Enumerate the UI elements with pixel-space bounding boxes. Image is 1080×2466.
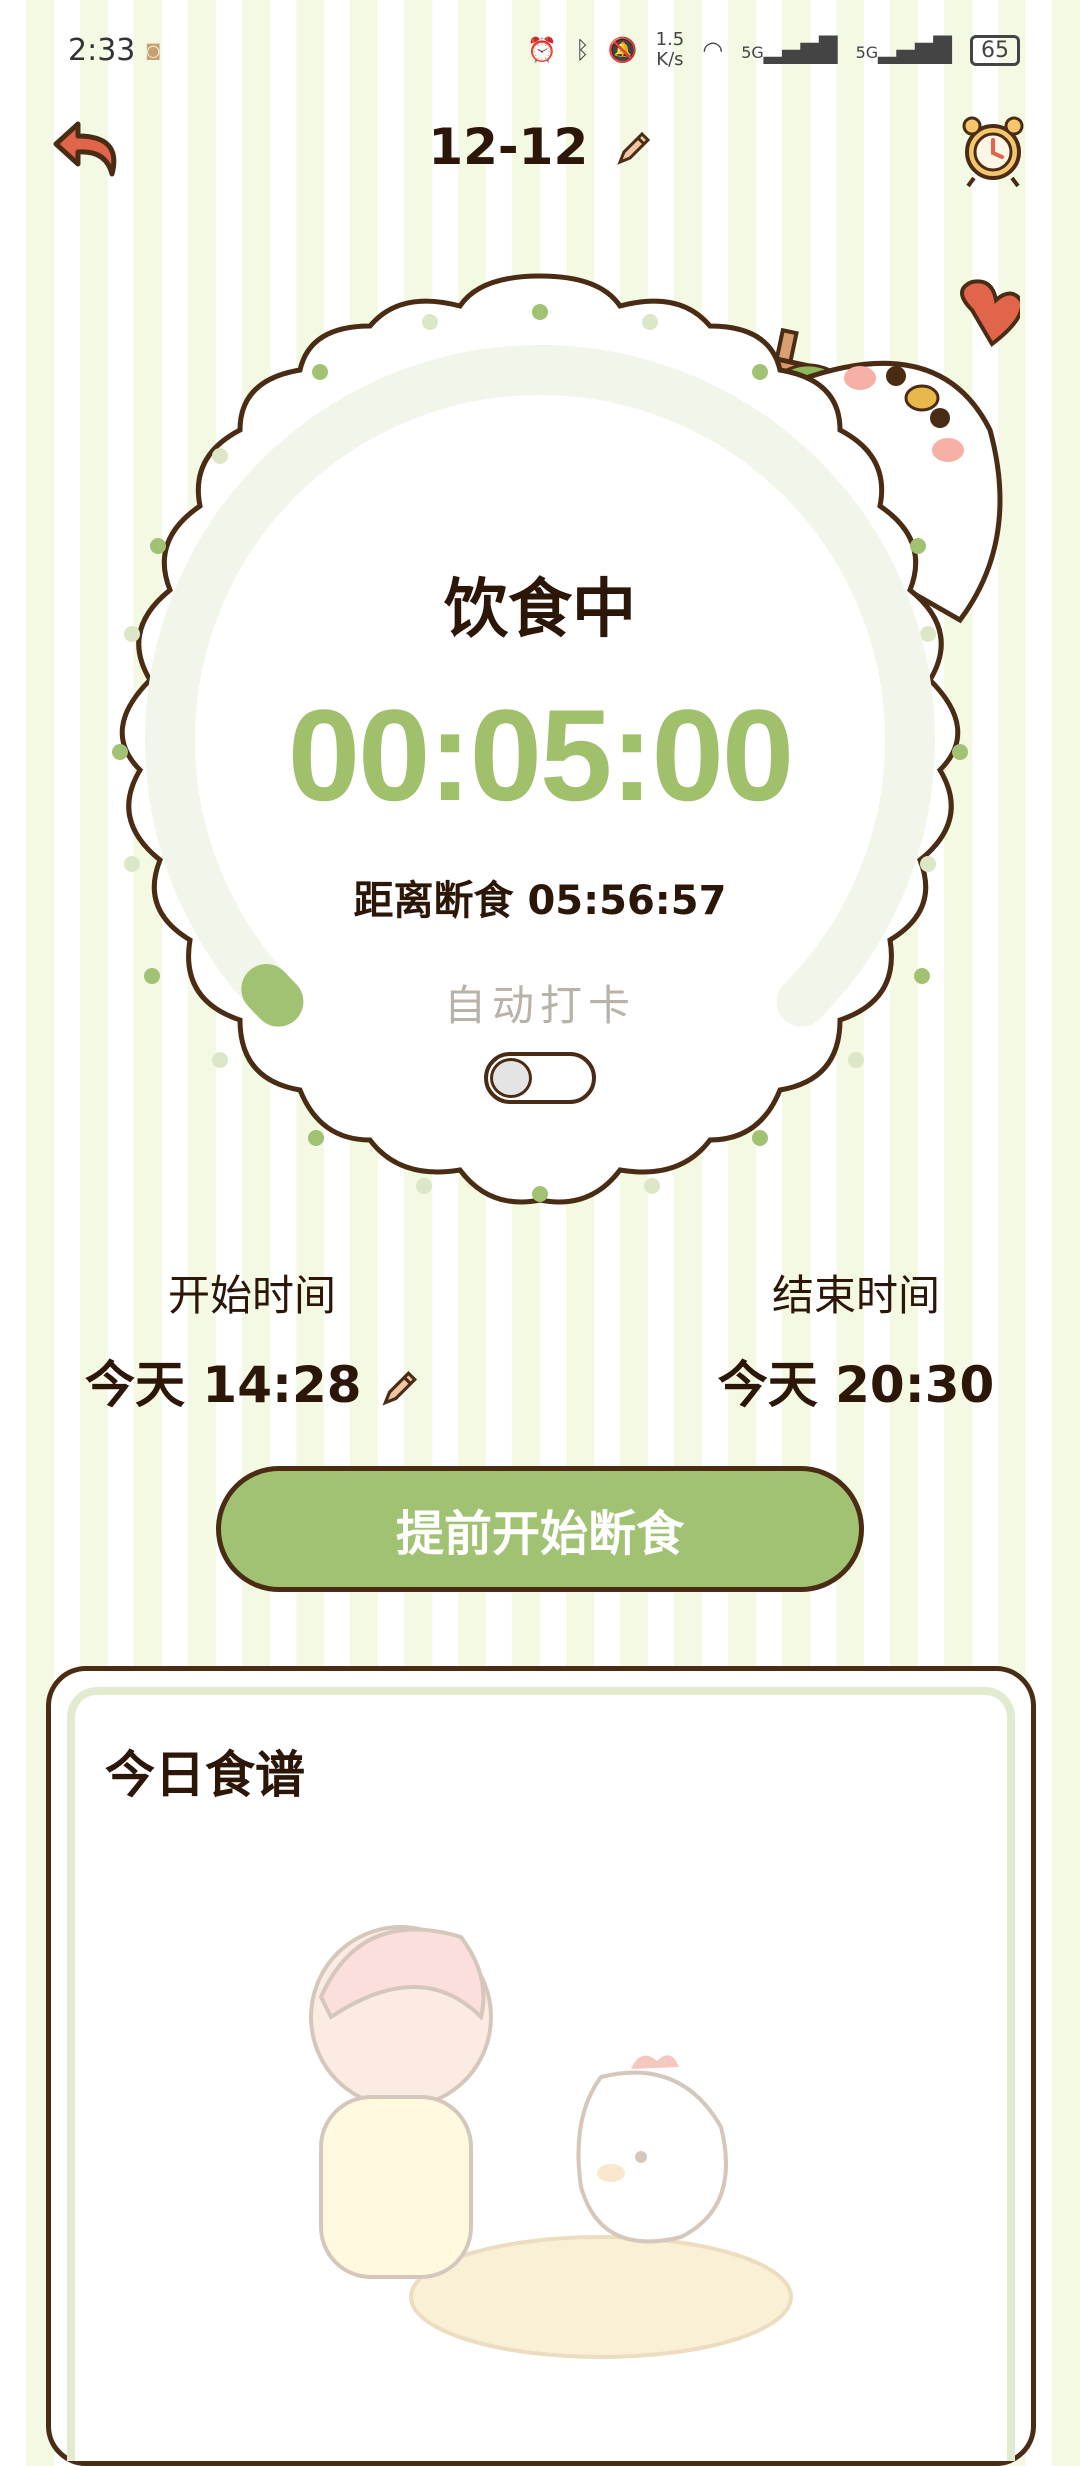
pencil-icon[interactable] — [614, 122, 652, 180]
alarm-status-icon: ⏰ — [527, 36, 558, 64]
auto-checkin-label: 自动打卡 — [443, 981, 636, 1030]
status-bar: 2:33 ◙ ⏰ ᛒ 🔕 1.5 K/s ◠ 5G▂▄▆█ 5G▂▄▆█ 65 — [0, 0, 1080, 100]
wifi-icon: ◠ — [702, 36, 724, 64]
signal-2-icon: 5G▂▄▆█ — [855, 36, 952, 64]
alarm-clock-icon — [962, 116, 1024, 188]
empty-recipe-illustration — [309, 1925, 793, 2359]
recipe-card: 今日食谱 — [46, 1666, 1036, 2466]
notification-icon: ◙ — [145, 40, 161, 60]
alarm-button[interactable] — [958, 110, 1028, 190]
date-label: 12-12 — [428, 118, 589, 176]
recipe-title: 今日食谱 — [105, 1735, 311, 1809]
start-time-label: 开始时间 — [167, 1271, 336, 1320]
auto-checkin-toggle[interactable] — [484, 1052, 596, 1104]
signal-1-icon: 5G▂▄▆█ — [741, 36, 838, 64]
start-time-block[interactable]: 开始时间 今天 14:28 — [72, 1262, 432, 1417]
state-label: 饮食中 — [444, 572, 636, 647]
start-time-value[interactable]: 今天 14:28 — [72, 1345, 432, 1417]
header: 12-12 — [0, 100, 1080, 200]
toggle-knob — [490, 1058, 532, 1098]
fasting-countdown: 距离断食 05:56:57 — [353, 878, 727, 924]
pencil-icon[interactable] — [379, 1369, 419, 1409]
start-fasting-early-button[interactable]: 提前开始断食 — [216, 1466, 864, 1592]
date-title[interactable]: 12-12 — [0, 118, 1080, 180]
battery-icon: 65 — [970, 34, 1020, 66]
bluetooth-icon: ᛒ — [575, 36, 590, 64]
end-time-value: 今天 20:30 — [717, 1356, 995, 1414]
mute-icon: 🔕 — [607, 36, 638, 64]
end-time-label: 结束时间 — [771, 1271, 940, 1320]
end-time-block: 结束时间 今天 20:30 — [676, 1262, 1036, 1417]
status-time: 2:33 — [68, 32, 136, 68]
elapsed-timer: 00:05:00 — [287, 682, 794, 828]
speed-indicator: 1.5 K/s — [655, 29, 685, 70]
